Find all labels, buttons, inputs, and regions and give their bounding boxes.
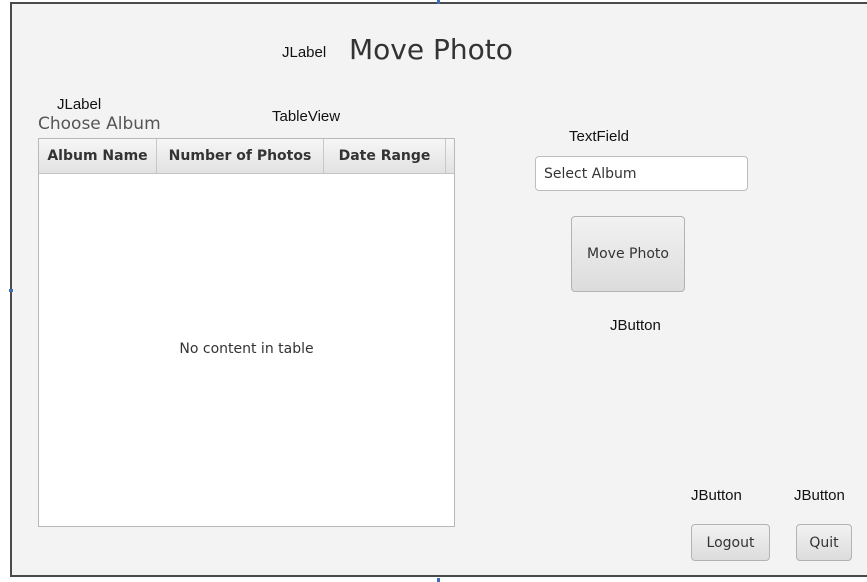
selection-handle-left — [9, 289, 13, 292]
quit-button-annotation: JButton — [794, 487, 845, 504]
table-empty-message: No content in table — [179, 341, 314, 357]
title-annotation: JLabel — [282, 44, 327, 61]
quit-button[interactable]: Quit — [796, 524, 852, 561]
logout-button-annotation: JButton — [691, 487, 742, 504]
column-header-number-of-photos[interactable]: Number of Photos — [157, 139, 324, 173]
textfield-annotation: TextField — [569, 128, 630, 145]
tableview-annotation: TableView — [272, 108, 341, 125]
table-header: Album Name Number of Photos Date Range — [39, 139, 454, 174]
album-table[interactable]: Album Name Number of Photos Date Range N… — [38, 138, 455, 527]
column-header-album-name[interactable]: Album Name — [39, 139, 157, 173]
selection-handle-bottom — [437, 578, 440, 582]
move-photo-button[interactable]: Move Photo — [571, 216, 685, 292]
selection-handle-top — [437, 0, 440, 4]
choose-album-annotation: JLabel — [57, 96, 102, 113]
column-header-date-range[interactable]: Date Range — [324, 139, 446, 173]
choose-album-label: Choose Album — [38, 114, 161, 134]
page-title: Move Photo — [349, 33, 513, 66]
logout-button[interactable]: Logout — [691, 524, 770, 561]
select-album-field[interactable] — [535, 156, 748, 191]
move-button-annotation: JButton — [610, 317, 661, 334]
